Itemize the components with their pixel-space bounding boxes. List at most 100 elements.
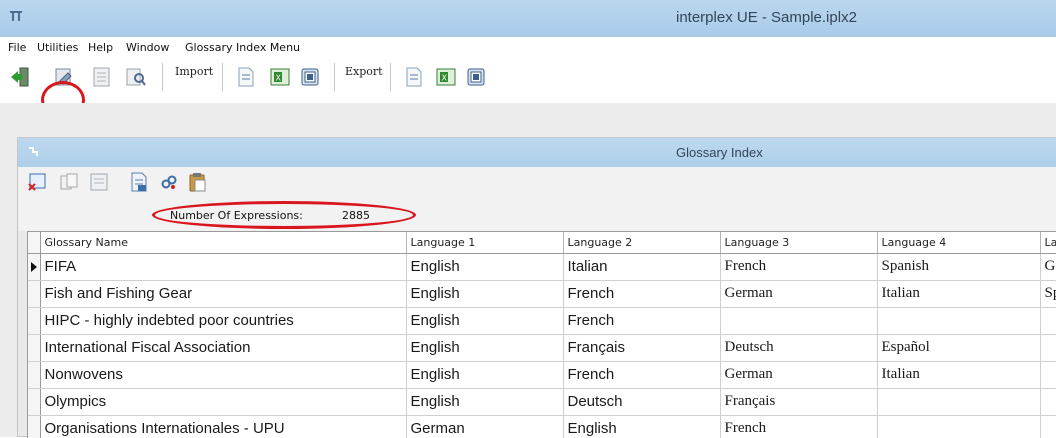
row-selector-header xyxy=(28,232,41,254)
paste-icon[interactable] xyxy=(186,171,208,193)
row-selector[interactable] xyxy=(28,307,41,335)
language-cell[interactable]: German xyxy=(720,280,878,308)
language-cell[interactable]: Español xyxy=(877,334,1041,362)
link-icon[interactable] xyxy=(158,171,180,193)
glossary-name-cell[interactable]: Olympics xyxy=(40,388,407,416)
language-cell[interactable]: English xyxy=(406,361,564,389)
child-window-title: Glossary Index xyxy=(676,145,763,160)
table-row[interactable]: Nonwovens English French German Italian xyxy=(28,361,1056,389)
glossary-grid: Glossary Name Language 1 Language 2 Lang… xyxy=(27,231,1056,438)
table-row[interactable]: International Fiscal Association English F… xyxy=(28,334,1056,362)
language-cell[interactable]: Deutsch xyxy=(563,388,721,416)
table-row[interactable]: Olympics English Deutsch Français xyxy=(28,388,1056,416)
exit-icon[interactable] xyxy=(8,65,32,89)
toolbar-separator xyxy=(334,63,335,91)
search-icon[interactable] xyxy=(124,65,148,89)
language-cell[interactable]: Français xyxy=(563,334,721,362)
language-cell[interactable] xyxy=(1040,388,1056,416)
language-cell[interactable]: English xyxy=(406,280,564,308)
language-cell[interactable] xyxy=(1040,415,1056,438)
menu-glossary-index[interactable]: Glossary Index Menu xyxy=(185,41,300,54)
child-title-bar: Glossary Index xyxy=(18,138,1056,167)
title-bar: interplex UE - Sample.iplx2 xyxy=(0,0,1056,37)
column-header[interactable]: Language 4 xyxy=(877,232,1041,254)
table-row[interactable]: FIFA English Italian French Spanish G xyxy=(28,253,1056,281)
toolbar-separator xyxy=(222,63,223,91)
language-cell[interactable] xyxy=(877,388,1041,416)
glossary-name-cell[interactable]: FIFA xyxy=(40,253,407,281)
menu-help[interactable]: Help xyxy=(88,41,113,54)
language-cell[interactable]: Spanish xyxy=(877,253,1041,281)
properties-icon[interactable] xyxy=(88,171,110,193)
menu-window[interactable]: Window xyxy=(126,41,169,54)
language-cell[interactable]: English xyxy=(406,253,564,281)
row-selector[interactable] xyxy=(28,388,41,416)
copy-icon[interactable] xyxy=(58,171,80,193)
menu-utilities[interactable]: Utilities xyxy=(37,41,78,54)
window-icon xyxy=(29,147,38,156)
new-glossary-icon[interactable] xyxy=(26,171,48,193)
app-icon xyxy=(10,11,22,21)
document-icon[interactable] xyxy=(128,171,150,193)
glossary-name-cell[interactable]: Fish and Fishing Gear xyxy=(40,280,407,308)
import-database-icon[interactable] xyxy=(298,65,322,89)
table-row[interactable]: Organisations Internationales - UPU Germa… xyxy=(28,415,1056,438)
table-row[interactable]: Fish and Fishing Gear English French German… xyxy=(28,280,1056,308)
language-cell[interactable]: French xyxy=(720,415,878,438)
language-cell[interactable]: French xyxy=(563,307,721,335)
glossary-name-cell[interactable]: International Fiscal Association xyxy=(40,334,407,362)
language-cell[interactable]: Italian xyxy=(563,253,721,281)
menu-bar: File Utilities Help Window Glossary Inde… xyxy=(0,37,1056,59)
main-toolbar: Import X Export X xyxy=(0,59,1056,119)
column-header[interactable]: La xyxy=(1040,232,1056,254)
glossary-name-cell[interactable]: HIPC - highly indebted poor countries xyxy=(40,307,407,335)
export-excel-icon[interactable]: X xyxy=(434,65,458,89)
language-cell[interactable] xyxy=(720,307,878,335)
properties-icon[interactable] xyxy=(90,65,114,89)
toolbar-separator xyxy=(390,63,391,91)
language-cell[interactable]: French xyxy=(720,253,878,281)
row-selector[interactable] xyxy=(28,334,41,362)
row-selector[interactable] xyxy=(28,361,41,389)
svg-text:X: X xyxy=(276,74,282,83)
row-selector[interactable] xyxy=(28,280,41,308)
column-header[interactable]: Glossary Name xyxy=(40,232,407,254)
row-selector[interactable] xyxy=(28,415,41,438)
column-header[interactable]: Language 2 xyxy=(563,232,721,254)
language-cell[interactable]: English xyxy=(406,307,564,335)
glossary-name-cell[interactable]: Organisations Internationales - UPU xyxy=(40,415,407,438)
glossary-name-cell[interactable]: Nonwovens xyxy=(40,361,407,389)
language-cell[interactable] xyxy=(877,307,1041,335)
language-cell[interactable]: English xyxy=(406,334,564,362)
language-cell[interactable]: Sp xyxy=(1040,280,1056,308)
language-cell[interactable]: Français xyxy=(720,388,878,416)
column-header[interactable]: Language 3 xyxy=(720,232,878,254)
language-cell[interactable] xyxy=(1040,307,1056,335)
language-cell[interactable]: English xyxy=(406,388,564,416)
row-selector[interactable] xyxy=(28,253,41,281)
column-header[interactable]: Language 1 xyxy=(406,232,564,254)
language-cell[interactable]: German xyxy=(720,361,878,389)
import-label: Import xyxy=(175,65,214,78)
language-cell[interactable]: Italian xyxy=(877,280,1041,308)
menu-file[interactable]: File xyxy=(8,41,26,54)
language-cell[interactable] xyxy=(1040,361,1056,389)
language-cell[interactable]: Deutsch xyxy=(720,334,878,362)
highlight-ellipse xyxy=(152,201,416,229)
window-title: interplex UE - Sample.iplx2 xyxy=(676,9,857,26)
language-cell[interactable]: French xyxy=(563,361,721,389)
table-row[interactable]: HIPC - highly indebted poor countries Eng… xyxy=(28,307,1056,335)
import-excel-icon[interactable]: X xyxy=(268,65,292,89)
language-cell[interactable]: German xyxy=(406,415,564,438)
language-cell[interactable]: Italian xyxy=(877,361,1041,389)
language-cell[interactable] xyxy=(877,415,1041,438)
language-cell[interactable]: G xyxy=(1040,253,1056,281)
grid-header-row: Glossary Name Language 1 Language 2 Lang… xyxy=(28,232,1056,254)
import-document-icon[interactable] xyxy=(234,65,258,89)
language-cell[interactable] xyxy=(1040,334,1056,362)
current-row-arrow-icon xyxy=(31,261,37,272)
language-cell[interactable]: French xyxy=(563,280,721,308)
export-document-icon[interactable] xyxy=(402,65,426,89)
export-database-icon[interactable] xyxy=(464,65,488,89)
language-cell[interactable]: English xyxy=(563,415,721,438)
